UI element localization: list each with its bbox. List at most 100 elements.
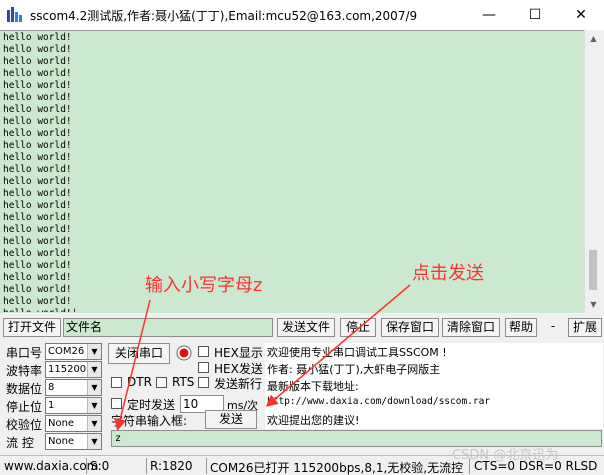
send-file-button[interactable]: 发送文件 [277,318,335,337]
receive-line: hello world! [3,32,72,43]
receive-line: hello world! [3,92,72,103]
status-sent-count: S:0 [90,459,110,473]
baud-label: 波特率 [6,364,43,378]
receive-line: hello world! [3,56,72,67]
timed-send-checkbox[interactable] [111,398,122,409]
help-button[interactable]: 帮助 [505,318,537,337]
status-separator [206,458,207,474]
maximize-button[interactable]: ☐ [512,0,558,30]
clear-window-button[interactable]: 清除窗口 [442,318,500,337]
parity-value: None [48,418,75,429]
string-input-label: 字符串输入框: [111,414,188,428]
dtr-checkbox[interactable] [111,377,122,388]
scroll-down-icon[interactable]: ▼ [585,296,602,313]
open-file-button[interactable]: 打开文件 [3,318,61,337]
receive-line: hello world! [3,212,72,223]
port-select[interactable]: COM26 ▼ [45,343,102,360]
receive-line: hello world! [3,140,72,151]
chevron-down-icon[interactable]: ▼ [87,362,101,377]
receive-line: hello world! [3,296,72,307]
receive-line: hello world! [3,284,72,295]
receive-line: hello world! [3,224,72,235]
send-button[interactable]: 发送 [205,410,257,429]
close-port-button[interactable]: 关闭串口 [108,343,170,364]
send-newline-checkbox[interactable] [198,377,209,388]
chevron-down-icon[interactable]: ▼ [87,398,101,413]
rts-label: RTS [172,375,195,389]
chevron-down-icon[interactable]: ▼ [87,380,101,395]
status-received-count: R:1820 [150,459,193,473]
receive-line: hello world! [3,104,72,115]
expand-button[interactable]: 扩展 [568,318,602,337]
stop-bits-select[interactable]: 1 ▼ [45,397,102,414]
receive-line: hello world! [3,128,72,139]
chevron-down-icon[interactable]: ▼ [87,416,101,431]
receive-line: hello world! [3,248,72,259]
info-author: 作者: 聂小猛(丁丁),大虾电子网版主 [267,363,441,376]
port-status-led-icon [176,345,192,361]
collapse-button[interactable]: - [543,318,563,337]
annotation-click-send: 点击发送 [412,263,484,284]
receive-line: hello world! [3,200,72,211]
info-panel: 欢迎使用专业串口调试工具SSCOM ! 作者: 聂小猛(丁丁),大虾电子网版主 … [265,343,603,429]
receive-scrollbar[interactable]: ▲ ▼ [584,30,601,313]
stop-bits-value: 1 [48,400,55,411]
receive-area[interactable]: hello world! hello world! hello world! hell… [0,30,600,313]
data-bits-label: 数据位 [6,382,43,396]
info-welcome: 欢迎使用专业串口调试工具SSCOM ! [267,346,447,359]
stop-bits-label: 停止位 [6,400,43,414]
status-separator [146,458,147,474]
receive-line: hello world! [3,116,72,127]
receive-line: hello world! [3,272,72,283]
parity-label: 校验位 [6,418,43,432]
flow-control-select[interactable]: None ▼ [45,433,102,450]
hex-display-label: HEX显示 [214,346,263,360]
chevron-down-icon[interactable]: ▼ [87,434,101,449]
data-bits-value: 8 [48,382,55,393]
receive-line: hello world! [3,68,72,79]
data-bits-select[interactable]: 8 ▼ [45,379,102,396]
chevron-down-icon[interactable]: ▼ [87,344,101,359]
baud-select[interactable]: 115200 ▼ [45,361,102,378]
scroll-thumb[interactable] [589,250,597,290]
receive-line: hello world! [3,152,72,163]
stop-button[interactable]: 停止 [340,318,376,337]
port-label: 串口号 [6,346,43,360]
title-bar: sscom4.2测试版,作者:聂小猛(丁丁),Email:mcu52@163.c… [0,0,604,30]
flow-control-label: 流 控 [6,436,34,450]
receive-line: hello world! [3,80,72,91]
status-site[interactable]: www.daxia.com [4,459,98,473]
dtr-label: DTR [127,375,152,389]
info-download-label: 最新版本下载地址: [267,380,359,393]
minimize-button[interactable]: — [466,0,512,30]
receive-line: hello world!| [3,308,578,312]
scroll-up-icon[interactable]: ▲ [585,30,602,47]
annotation-lowercase-z: 输入小写字母z [145,275,263,296]
receive-text[interactable]: hello world! hello world! hello world! hell… [3,32,578,312]
receive-line: hello world! [3,260,72,271]
file-name-field[interactable]: 文件名 [63,318,273,337]
receive-line: hello world! [3,188,72,199]
parity-select[interactable]: None ▼ [45,415,102,432]
sscom-app-icon [7,7,22,22]
receive-line: hello world! [3,164,72,175]
save-window-button[interactable]: 保存窗口 [381,318,439,337]
hex-send-checkbox[interactable] [198,362,209,373]
receive-line: hello world! [3,236,72,247]
receive-line: hello world! [3,176,72,187]
watermark: CSDN @北京迅为 [452,448,559,463]
timed-send-label: 定时发送 [127,398,176,412]
rts-checkbox[interactable] [156,377,167,388]
status-separator [86,458,87,474]
receive-line: hello world! [3,44,72,55]
flow-control-value: None [48,436,75,447]
info-suggestion: 欢迎提出您的建议! [267,414,360,427]
close-button[interactable]: ✕ [558,0,604,30]
status-port-state: COM26已打开 115200bps,8,1,无校验,无流控 [210,461,464,475]
hex-display-checkbox[interactable] [198,346,209,357]
info-download-url[interactable]: http://www.daxia.com/download/sscom.rar [267,396,490,407]
send-newline-label: 发送新行 [214,377,263,391]
port-value: COM26 [48,346,85,357]
window-title: sscom4.2测试版,作者:聂小猛(丁丁),Email:mcu52@163.c… [30,9,418,23]
baud-value: 115200 [48,364,87,375]
